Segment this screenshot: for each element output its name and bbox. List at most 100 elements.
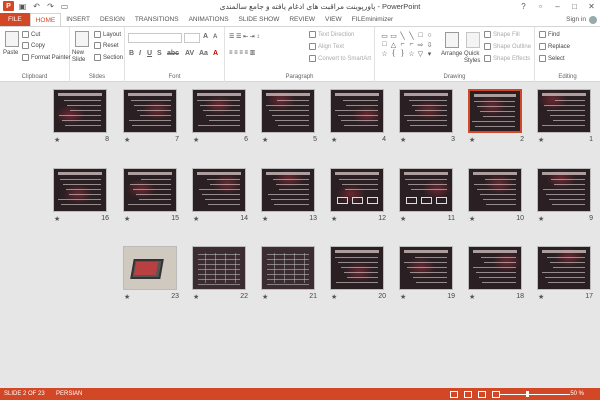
transition-star-icon[interactable]: ★: [400, 293, 406, 301]
language-indicator[interactable]: PERSIAN: [56, 391, 82, 397]
italic-icon[interactable]: I: [139, 50, 141, 57]
shape-icon[interactable]: ▭: [380, 31, 389, 40]
replace-button[interactable]: Replace: [539, 43, 570, 50]
reset-button[interactable]: Reset: [94, 42, 119, 49]
transition-star-icon[interactable]: ★: [193, 215, 199, 223]
shape-icon[interactable]: ○: [425, 31, 434, 40]
slide-thumbnail[interactable]: [261, 168, 315, 212]
slide-thumbnail[interactable]: [330, 168, 384, 212]
slide-thumbnail[interactable]: [330, 246, 384, 290]
transition-star-icon[interactable]: ★: [469, 136, 475, 144]
tab-animations[interactable]: ANIMATIONS: [184, 13, 234, 26]
new-slide-button[interactable]: New Slide: [72, 50, 94, 64]
transition-star-icon[interactable]: ★: [193, 136, 199, 144]
undo-icon[interactable]: ↶: [31, 1, 42, 11]
font-color-icon[interactable]: A: [213, 50, 218, 57]
change-case-icon[interactable]: Aa: [199, 50, 208, 57]
char-spacing-icon[interactable]: AV: [185, 50, 194, 57]
transition-star-icon[interactable]: ★: [400, 215, 406, 223]
transition-star-icon[interactable]: ★: [469, 293, 475, 301]
shape-icon[interactable]: ▭: [389, 31, 398, 40]
shape-icon[interactable]: ╲: [398, 31, 407, 40]
new-slide-icon[interactable]: [75, 31, 89, 47]
bullets-icon[interactable]: ☰ ☰ ⇤ ⇥ ↕: [229, 33, 259, 40]
shape-icon[interactable]: {: [389, 49, 398, 58]
shape-outline-button[interactable]: Shape Outline: [484, 43, 531, 50]
tab-slide-show[interactable]: SLIDE SHOW: [234, 13, 285, 26]
transition-star-icon[interactable]: ★: [262, 215, 268, 223]
slide-thumbnail[interactable]: [261, 89, 315, 133]
ribbon-display-icon[interactable]: ▫: [532, 0, 549, 12]
tab-home[interactable]: HOME: [29, 13, 62, 27]
slide-thumbnail[interactable]: [537, 168, 591, 212]
transition-star-icon[interactable]: ★: [469, 215, 475, 223]
find-button[interactable]: Find: [539, 31, 560, 38]
transition-star-icon[interactable]: ★: [400, 136, 406, 144]
slide-thumbnail[interactable]: [468, 89, 522, 133]
help-icon[interactable]: ?: [515, 0, 532, 12]
slide-thumbnail[interactable]: [261, 246, 315, 290]
transition-star-icon[interactable]: ★: [193, 293, 199, 301]
slide-thumbnail[interactable]: [399, 246, 453, 290]
slide-thumbnail[interactable]: [399, 89, 453, 133]
layout-button[interactable]: Layout: [94, 31, 121, 38]
font-name-input[interactable]: [128, 33, 182, 43]
slide-thumbnail[interactable]: [468, 168, 522, 212]
transition-star-icon[interactable]: ★: [124, 136, 130, 144]
minimize-icon[interactable]: –: [549, 0, 566, 12]
shape-icon[interactable]: ╲: [407, 31, 416, 40]
section-button[interactable]: Section: [94, 54, 123, 61]
arrange-icon[interactable]: [445, 32, 459, 48]
paste-icon[interactable]: [5, 31, 19, 47]
transition-star-icon[interactable]: ★: [538, 215, 544, 223]
slide-thumbnail[interactable]: [53, 89, 107, 133]
zoom-level[interactable]: 50 %: [570, 391, 584, 397]
tab-design[interactable]: DESIGN: [95, 13, 130, 26]
shape-effects-button[interactable]: Shape Effects: [484, 55, 530, 62]
text-direction-button[interactable]: Text Direction: [309, 31, 354, 38]
shape-icon[interactable]: △: [389, 40, 398, 49]
transition-star-icon[interactable]: ★: [54, 215, 60, 223]
slide-thumbnail[interactable]: [399, 168, 453, 212]
transition-star-icon[interactable]: ★: [262, 136, 268, 144]
slide-thumbnail[interactable]: [330, 89, 384, 133]
copy-button[interactable]: Copy: [22, 42, 45, 49]
shape-icon[interactable]: ⇩: [425, 40, 434, 49]
transition-star-icon[interactable]: ★: [262, 293, 268, 301]
slide-sorter-view-icon[interactable]: [464, 390, 472, 398]
transition-star-icon[interactable]: ★: [331, 215, 337, 223]
close-icon[interactable]: ✕: [583, 0, 600, 12]
normal-view-icon[interactable]: [450, 390, 458, 398]
underline-icon[interactable]: U: [147, 50, 152, 57]
shape-icon[interactable]: }: [398, 49, 407, 58]
shape-icon[interactable]: □: [416, 31, 425, 40]
shadow-icon[interactable]: S: [157, 50, 162, 57]
tab-transitions[interactable]: TRANSITIONS: [130, 13, 184, 26]
tab-review[interactable]: REVIEW: [284, 13, 320, 26]
smartart-button[interactable]: Convert to SmartArt: [309, 55, 371, 62]
transition-star-icon[interactable]: ★: [124, 215, 130, 223]
shape-icon[interactable]: ⇨: [416, 40, 425, 49]
shape-icon[interactable]: ⌐: [398, 40, 407, 49]
transition-star-icon[interactable]: ★: [331, 136, 337, 144]
tab-view[interactable]: VIEW: [320, 13, 347, 26]
shape-fill-button[interactable]: Shape Fill: [484, 31, 520, 38]
slide-thumbnail[interactable]: [468, 246, 522, 290]
slide-thumbnail[interactable]: [192, 89, 246, 133]
shape-icon[interactable]: ▽: [416, 49, 425, 58]
select-button[interactable]: Select: [539, 55, 565, 62]
slide-show-view-icon[interactable]: [492, 390, 500, 398]
slide-thumbnail[interactable]: [123, 168, 177, 212]
reading-view-icon[interactable]: [478, 390, 486, 398]
cut-button[interactable]: Cut: [22, 31, 40, 38]
slide-thumbnail[interactable]: [537, 246, 591, 290]
strikethrough-icon[interactable]: abc: [167, 50, 179, 57]
paste-button[interactable]: Paste: [3, 50, 18, 56]
slide-thumbnail[interactable]: [53, 168, 107, 212]
slide-thumbnail[interactable]: [123, 246, 177, 290]
bold-icon[interactable]: B: [129, 50, 134, 57]
tab-insert[interactable]: INSERT: [61, 13, 95, 26]
shape-icon[interactable]: □: [380, 40, 389, 49]
shape-icon[interactable]: ▾: [425, 49, 434, 58]
slide-thumbnail[interactable]: [537, 89, 591, 133]
